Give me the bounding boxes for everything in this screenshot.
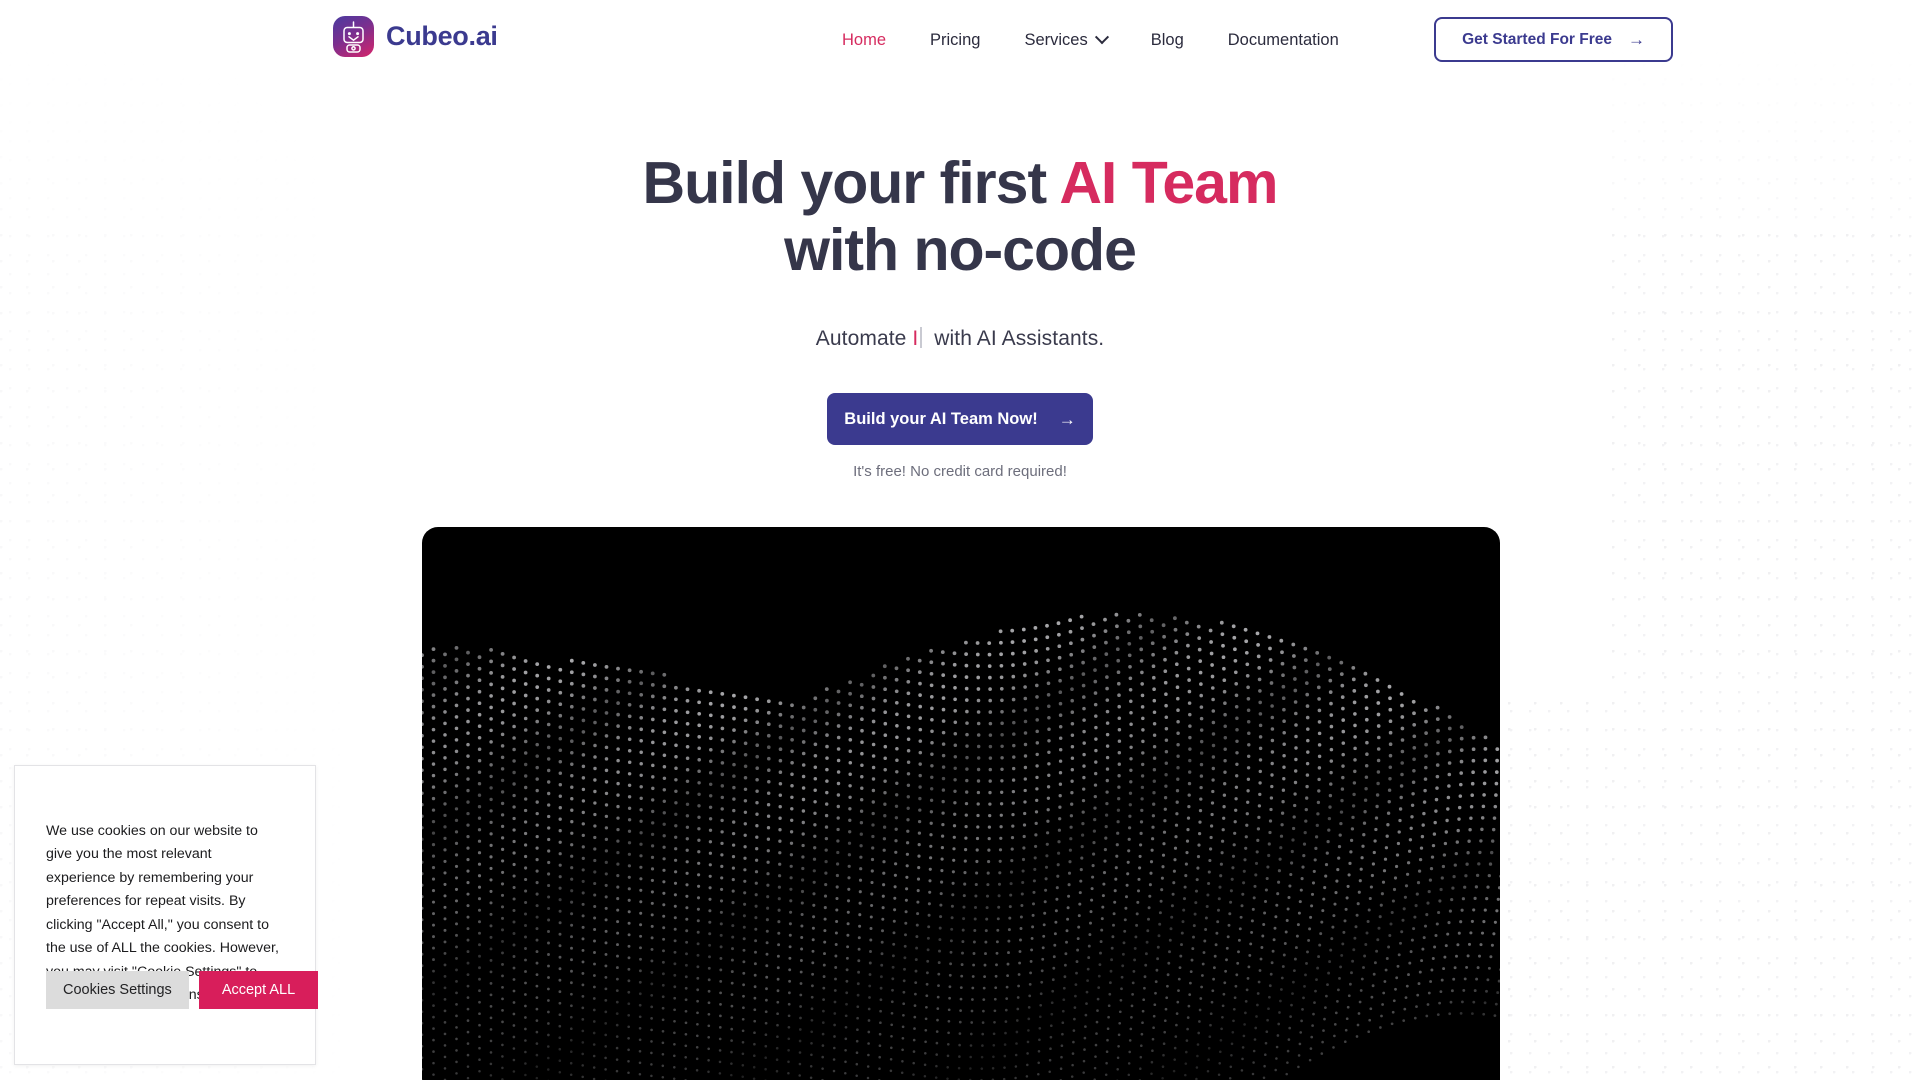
hero-visual — [422, 527, 1500, 1080]
headline-line2: with no-code — [784, 216, 1137, 283]
nav-item-services-label: Services — [1024, 30, 1088, 49]
cookie-consent-banner: We use cookies on our website to give yo… — [14, 765, 319, 1065]
subline-prefix: Automate — [815, 327, 913, 351]
subline-typed-text: I — [912, 327, 919, 351]
nav-item-documentation-label: Documentation — [1227, 30, 1339, 49]
dotted-wave-visual — [422, 527, 1500, 1080]
page-title: Build your first AI Team with no-code — [0, 150, 1920, 283]
nav-item-pricing-label: Pricing — [930, 30, 981, 49]
cta-note: It's free! No credit card required! — [853, 463, 1067, 481]
cookies-settings-button[interactable]: Cookies Settings — [46, 971, 189, 1009]
cookie-banner-actions: Cookies Settings Accept ALL — [46, 971, 319, 1009]
build-ai-team-label: Build your AI Team Now! — [844, 409, 1038, 428]
subline-suffix: with AI Assistants. — [928, 327, 1105, 351]
hero-section: Build your first AI Team with no-code Au… — [0, 150, 1920, 480]
build-ai-team-button[interactable]: Build your AI Team Now! → — [827, 393, 1093, 446]
arrow-right-icon: → — [1058, 409, 1076, 429]
brand-name: Cubeo.ai — [386, 21, 498, 51]
nav-item-home[interactable]: Home — [820, 31, 908, 50]
landing-page: Cubeo.ai Home Pricing Services Blog Docu… — [0, 0, 1920, 1080]
get-started-free-label: Get Started For Free — [1462, 30, 1612, 48]
robot-logo-icon — [333, 16, 374, 57]
chevron-down-icon — [1094, 30, 1109, 45]
typing-caret-icon — [920, 327, 923, 349]
nav-item-home-label: Home — [842, 30, 887, 49]
hero-subtitle: Automate I with AI Assistants. — [0, 327, 1920, 351]
nav-item-blog-label: Blog — [1150, 30, 1184, 49]
primary-nav: Home Pricing Services Blog Documentation — [820, 0, 1361, 80]
nav-item-documentation[interactable]: Documentation — [1206, 31, 1361, 50]
nav-item-services[interactable]: Services — [1002, 30, 1128, 50]
brand-logo-link[interactable]: Cubeo.ai — [333, 16, 498, 57]
accept-all-cookies-button[interactable]: Accept ALL — [198, 971, 319, 1009]
nav-item-blog[interactable]: Blog — [1129, 31, 1206, 50]
site-header: Cubeo.ai Home Pricing Services Blog Docu… — [0, 0, 1920, 80]
headline-line1-plain: Build your first — [642, 150, 1060, 216]
headline-accent: AI Team — [1059, 150, 1278, 216]
nav-item-pricing[interactable]: Pricing — [908, 31, 1002, 50]
arrow-right-icon: → — [1628, 30, 1645, 49]
headline-line1: Build your first AI Team — [642, 150, 1279, 216]
get-started-free-button[interactable]: Get Started For Free → — [1434, 17, 1673, 62]
